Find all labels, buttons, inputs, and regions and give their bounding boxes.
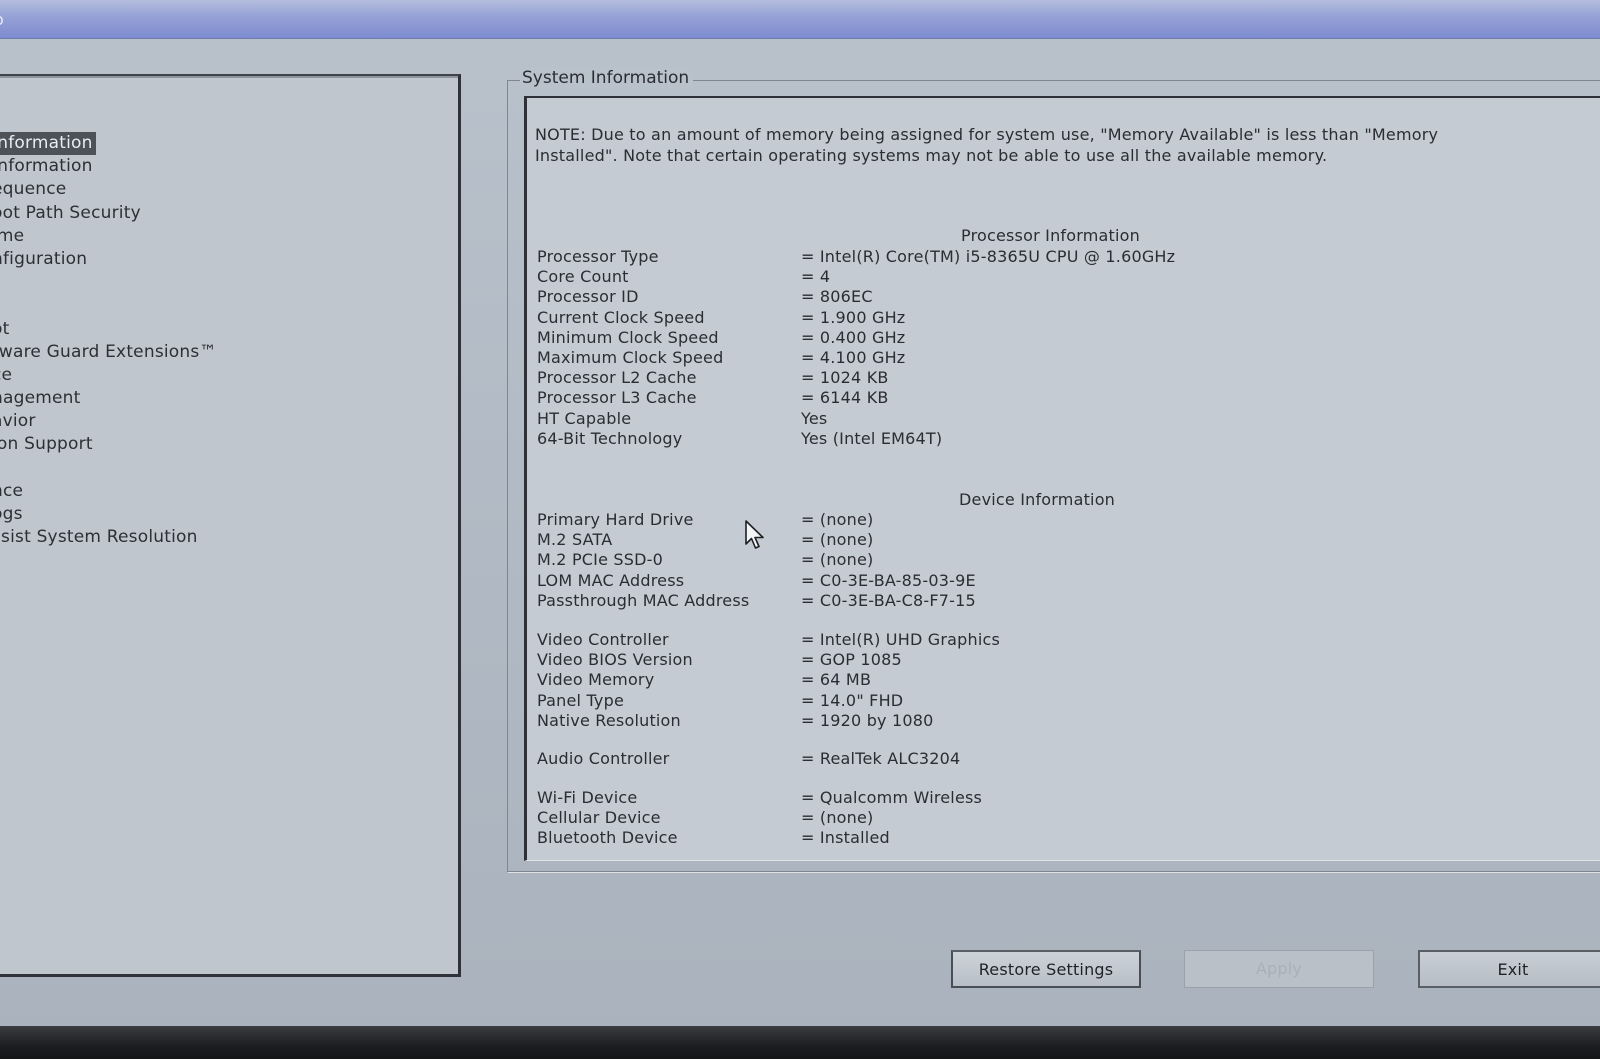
mouse-pointer-icon	[745, 520, 764, 549]
title-bar: o	[0, 0, 1600, 39]
field-label: Video Controller	[537, 630, 669, 649]
field-value: = 4	[801, 267, 831, 287]
nav-item-label: ime	[0, 225, 25, 246]
nav-item-label: ion Support	[0, 434, 93, 455]
nav-item-1[interactable]: Information	[0, 155, 220, 178]
field-label: Cellular Device	[537, 808, 661, 828]
nav-item-14[interactable]	[0, 457, 220, 480]
nav-item-12[interactable]: avior	[0, 410, 220, 433]
field-label: Wi-Fi Device	[537, 788, 638, 807]
field-label: Audio Controller	[537, 749, 670, 768]
field-label: Video BIOS Version	[537, 650, 693, 670]
nav-item-label: ot	[0, 318, 10, 339]
field-label: Maximum Clock Speed	[537, 348, 724, 367]
nav-item-6[interactable]	[0, 271, 220, 294]
nav-item-0[interactable]: Information	[0, 132, 220, 155]
device-information-heading: Device Information	[959, 490, 1116, 509]
nav-item-label: Information	[0, 132, 96, 155]
nav-item-label: tware Guard Extensions™	[0, 341, 217, 362]
title-glyph: o	[0, 10, 4, 29]
nav-item-15[interactable]: nce	[0, 480, 220, 503]
field-label: Processor ID	[537, 287, 639, 307]
settings-navigation-list: InformationInformationequenceoot Path Se…	[0, 132, 220, 549]
field-label: Passthrough MAC Address	[537, 590, 750, 610]
field-value: = 6144 KB	[801, 388, 889, 408]
nav-item-label: nfiguration	[0, 248, 88, 269]
screen-bezel	[0, 1026, 1600, 1059]
field-label: LOM MAC Address	[537, 570, 685, 590]
field-value: = 1.900 GHz	[801, 307, 906, 327]
field-value: = (none)	[801, 550, 874, 570]
nav-item-label: ce	[0, 364, 13, 385]
field-label: HT Capable	[537, 408, 632, 428]
field-value: = (none)	[801, 808, 874, 828]
field-label: Minimum Clock Speed	[537, 327, 719, 347]
nav-item-7[interactable]	[0, 294, 220, 317]
field-label: Primary Hard Drive	[537, 510, 694, 529]
field-label: Processor L3 Cache	[537, 388, 697, 408]
field-label: Processor L2 Cache	[537, 368, 697, 388]
settings-navigation-panel: InformationInformationequenceoot Path Se…	[0, 74, 461, 977]
field-label: Native Resolution	[537, 710, 681, 730]
nav-item-13[interactable]: ion Support	[0, 433, 220, 456]
field-value: = 64 MB	[801, 670, 872, 690]
field-value: = Installed	[801, 828, 890, 848]
nav-item-2[interactable]: equence	[0, 178, 220, 201]
nav-item-label: ssist System Resolution	[0, 527, 198, 548]
exit-button[interactable]: Exit	[1418, 950, 1600, 988]
nav-item-label: oot Path Security	[0, 202, 141, 223]
field-label: Video Memory	[537, 670, 655, 690]
field-value: = (none)	[801, 510, 874, 529]
field-value: = 1024 KB	[801, 368, 889, 388]
bios-setup-screen: o InformationInformationequenceoot Path …	[0, 0, 1600, 1059]
nav-item-label: nagement	[0, 388, 81, 409]
field-value: = 806EC	[801, 287, 873, 307]
nav-item-16[interactable]: ogs	[0, 503, 220, 526]
field-value: = GOP 1085	[801, 650, 902, 670]
field-value: = 14.0" FHD	[801, 690, 904, 710]
field-value: = 1920 by 1080	[801, 710, 934, 730]
nav-item-10[interactable]: ce	[0, 364, 220, 387]
field-value: = 0.400 GHz	[801, 327, 906, 347]
memory-note: NOTE: Due to an amount of memory being a…	[535, 125, 1439, 165]
nav-item-label: nce	[0, 480, 24, 501]
field-value: = C0-3E-BA-85-03-9E	[801, 570, 976, 590]
field-label: M.2 SATA	[537, 530, 613, 550]
apply-button[interactable]: Apply	[1184, 950, 1374, 988]
field-value: = C0-3E-BA-C8-F7-15	[801, 590, 976, 610]
field-label: 64-Bit Technology	[537, 428, 683, 448]
nav-item-label: Information	[0, 156, 93, 177]
field-value: = Intel(R) Core(TM) i5-8365U CPU @ 1.60G…	[801, 247, 1176, 266]
field-label: Core Count	[537, 267, 629, 287]
system-information-box: NOTE: Due to an amount of memory being a…	[524, 96, 1600, 861]
field-label: Panel Type	[537, 690, 624, 710]
field-value: = (none)	[801, 530, 874, 550]
field-value: Yes (Intel EM64T)	[801, 428, 943, 448]
field-value: = 4.100 GHz	[801, 348, 906, 367]
nav-item-label: ogs	[0, 504, 23, 524]
nav-item-8[interactable]: ot	[0, 318, 220, 341]
field-label: Bluetooth Device	[537, 828, 678, 848]
field-label: Current Clock Speed	[537, 307, 705, 327]
nav-item-3[interactable]: oot Path Security	[0, 202, 220, 225]
field-value: = RealTek ALC3204	[801, 749, 961, 768]
nav-item-label: avior	[0, 411, 36, 432]
field-label: M.2 PCIe SSD-0	[537, 550, 664, 570]
nav-item-11[interactable]: nagement	[0, 387, 220, 410]
restore-settings-button[interactable]: Restore Settings	[951, 950, 1141, 988]
nav-item-17[interactable]: ssist System Resolution	[0, 526, 220, 549]
nav-item-9[interactable]: tware Guard Extensions™	[0, 341, 220, 364]
nav-item-label: equence	[0, 179, 67, 200]
field-value: = Qualcomm Wireless	[801, 788, 983, 807]
field-label: Processor Type	[537, 247, 659, 266]
group-title: System Information	[520, 68, 694, 88]
processor-information-heading: Processor Information	[961, 226, 1140, 245]
field-value: Yes	[801, 408, 828, 428]
nav-item-4[interactable]: ime	[0, 225, 220, 248]
nav-item-5[interactable]: nfiguration	[0, 248, 220, 271]
field-value: = Intel(R) UHD Graphics	[801, 630, 1001, 649]
